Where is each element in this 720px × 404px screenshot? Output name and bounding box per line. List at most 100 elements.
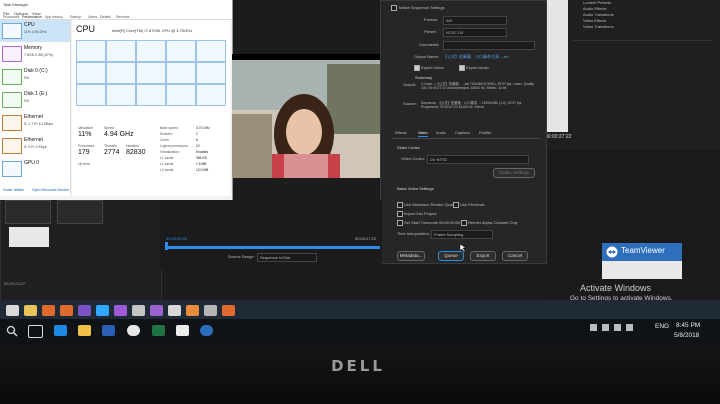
use-previews-checkbox[interactable] bbox=[453, 202, 459, 208]
export-settings-dialog: Match Sequence Settings Format: AVI Pres… bbox=[380, 0, 547, 264]
teamviewer-taskbar-icon[interactable] bbox=[200, 325, 213, 336]
sidebar-item-label: Ethernet bbox=[24, 137, 43, 143]
effects-item[interactable]: Audio Transitions bbox=[583, 12, 614, 17]
file-explorer-icon[interactable] bbox=[24, 305, 37, 316]
start-timecode-value[interactable]: 00:00:00:00 bbox=[439, 220, 460, 225]
match-sequence-label: Match Sequence Settings bbox=[399, 5, 445, 10]
app-icon[interactable] bbox=[222, 305, 235, 316]
current-timecode[interactable]: 00:00:00:00 bbox=[166, 236, 187, 241]
timeline-range-bar[interactable] bbox=[166, 246, 380, 249]
photos-icon[interactable] bbox=[176, 325, 189, 336]
time-interpolation-select[interactable]: Frame Sampling bbox=[431, 230, 493, 239]
max-render-checkbox[interactable] bbox=[397, 202, 403, 208]
bin-thumbnail[interactable] bbox=[57, 200, 103, 224]
format-select[interactable]: AVI bbox=[443, 16, 507, 25]
disk-spark-graph bbox=[2, 69, 22, 85]
export-video-checkbox[interactable] bbox=[414, 65, 420, 71]
sidebar-item-disk0[interactable]: Disk 0 (C:) 0% bbox=[0, 66, 70, 88]
render-alpha-checkbox[interactable] bbox=[461, 220, 467, 226]
ie-pinned-icon[interactable] bbox=[6, 305, 19, 316]
task-manager-titlebar[interactable]: Task Manager bbox=[0, 0, 232, 10]
tray-icon[interactable] bbox=[602, 324, 609, 331]
tab-audio[interactable]: Audio bbox=[436, 131, 446, 136]
chrome-icon[interactable] bbox=[127, 325, 140, 336]
start-timecode-checkbox[interactable] bbox=[397, 220, 403, 226]
basic-video-settings-heading: Basic Video Settings bbox=[397, 186, 434, 191]
metadata-button[interactable]: Metadata... bbox=[397, 251, 425, 261]
match-sequence-checkbox[interactable] bbox=[391, 5, 397, 11]
clock-time[interactable]: 8:45 PM bbox=[676, 322, 700, 329]
excel-icon[interactable] bbox=[152, 325, 165, 336]
program-timecode: 00:00:27:22 bbox=[545, 134, 572, 140]
spec-label: L3 cache: bbox=[160, 168, 175, 172]
duration-timecode: 00:00:27:22 bbox=[355, 236, 377, 241]
app-icon[interactable] bbox=[168, 305, 181, 316]
source-range-select[interactable]: Sequence In/Out bbox=[257, 253, 317, 262]
sidebar-item-disk1[interactable]: Disk 1 (E:) 0% bbox=[0, 89, 70, 111]
tray-icon[interactable] bbox=[614, 324, 621, 331]
core-graph bbox=[106, 62, 136, 84]
playhead[interactable] bbox=[165, 242, 168, 250]
clock-date[interactable]: 5/8/2018 bbox=[674, 332, 699, 339]
app-icon[interactable] bbox=[186, 305, 199, 316]
sidebar-item-detail: 0% bbox=[24, 99, 30, 103]
fewer-details-link[interactable]: Fewer details bbox=[3, 188, 24, 193]
sidebar-item-ethernet[interactable]: Ethernet S: 1.7 R: 6.2 Mbps bbox=[0, 112, 70, 134]
app-icon[interactable] bbox=[132, 305, 145, 316]
format-value: AVI bbox=[446, 18, 453, 23]
teamviewer-popup[interactable]: TeamViewer bbox=[602, 243, 682, 279]
import-project-checkbox[interactable] bbox=[397, 211, 403, 217]
video-codec-select[interactable]: DV NTSC bbox=[427, 155, 529, 164]
app-icon[interactable] bbox=[78, 305, 91, 316]
cancel-button[interactable]: Cancel bbox=[502, 251, 528, 261]
codec-settings-button[interactable]: Codec Settings bbox=[493, 168, 535, 178]
input-language[interactable]: ENG bbox=[655, 323, 669, 330]
output-name-link[interactable]: 【公式】佐藤健、川口春奈主演 ...avi bbox=[443, 54, 509, 59]
cpu-spec-table: Base speed: 3.70 GHz Sockets: 1 Cores: 6… bbox=[160, 126, 228, 186]
sidebar-item-ethernet[interactable]: Ethernet S: 0 R: 0 Kbps bbox=[0, 135, 70, 157]
clip-thumbnail[interactable] bbox=[9, 227, 49, 247]
sidebar-item-label: Memory bbox=[24, 45, 43, 51]
effects-item[interactable]: Lumetri Presets bbox=[583, 0, 611, 5]
sidebar-item-label: CPU bbox=[24, 22, 35, 28]
effects-item[interactable]: Video Effects bbox=[583, 18, 606, 23]
sidebar-item-memory[interactable]: Memory 7.5/16.0 GB (47%) bbox=[0, 43, 70, 65]
open-resource-monitor-link[interactable]: Open Resource Monitor bbox=[32, 188, 69, 193]
export-button[interactable]: Export bbox=[470, 251, 496, 261]
sidebar-item-cpu[interactable]: CPU 11% 4.94 GHz bbox=[0, 20, 70, 42]
export-audio-checkbox[interactable] bbox=[459, 65, 465, 71]
volume-icon[interactable] bbox=[626, 324, 633, 331]
edge-icon[interactable] bbox=[54, 325, 67, 336]
system-tray-icons[interactable] bbox=[590, 324, 650, 332]
tab-captions[interactable]: Captions bbox=[455, 131, 470, 136]
project-panel bbox=[0, 196, 162, 302]
app-icon[interactable] bbox=[60, 305, 73, 316]
search-icon[interactable] bbox=[6, 325, 18, 337]
tab-effects[interactable]: Effects bbox=[395, 131, 407, 136]
output-label: Output: bbox=[403, 82, 417, 87]
app-icon[interactable] bbox=[42, 305, 55, 316]
sidebar-item-gpu[interactable]: GPU 0 bbox=[0, 158, 70, 180]
time-interpolation-label: Time Interpolation: bbox=[397, 231, 430, 236]
spec-value: 12 bbox=[196, 144, 200, 148]
effects-item[interactable]: Audio Effects bbox=[583, 6, 607, 11]
photoshop-icon[interactable] bbox=[96, 305, 109, 316]
core-graph bbox=[166, 62, 196, 84]
spec-value: Enabled bbox=[196, 150, 209, 154]
comments-field[interactable] bbox=[443, 41, 535, 50]
folder-icon[interactable] bbox=[78, 325, 91, 336]
bin-thumbnail[interactable] bbox=[5, 200, 51, 224]
tab-publish[interactable]: Publish bbox=[479, 131, 491, 136]
tray-icon[interactable] bbox=[590, 324, 597, 331]
effects-item[interactable]: Video Transitions bbox=[583, 24, 614, 29]
task-view-icon[interactable] bbox=[28, 325, 43, 338]
disk-spark-graph bbox=[2, 92, 22, 108]
source-range-label: Source Range: bbox=[228, 254, 255, 259]
tab-video[interactable]: Video bbox=[418, 131, 428, 137]
core-graph bbox=[136, 40, 166, 62]
word-icon[interactable] bbox=[102, 325, 115, 336]
app-icon[interactable] bbox=[204, 305, 217, 316]
app-icon[interactable] bbox=[150, 305, 163, 316]
preset-select[interactable]: NTSC DV bbox=[443, 28, 507, 37]
premiere-icon[interactable] bbox=[114, 305, 127, 316]
